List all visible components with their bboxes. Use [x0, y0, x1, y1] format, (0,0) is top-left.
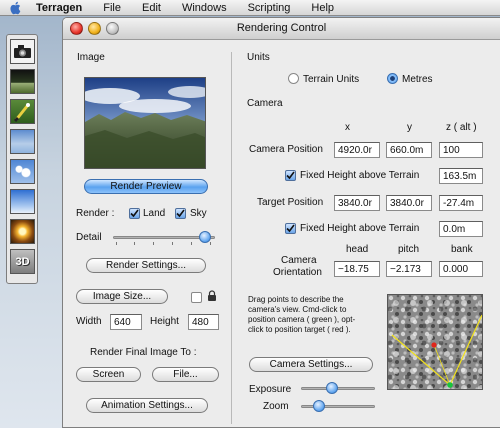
terrain-units-radio[interactable] [288, 73, 299, 84]
atmosphere-tool-icon[interactable] [10, 189, 35, 214]
detail-tick [191, 242, 192, 245]
rendering-control-window: Rendering Control Image Render Preview R… [62, 17, 500, 428]
title-bar[interactable]: Rendering Control [63, 18, 500, 40]
height-label: Height [150, 316, 179, 327]
target-z-input[interactable] [439, 195, 483, 211]
render-to-screen-button[interactable]: Screen [76, 367, 141, 382]
detail-tick [116, 242, 117, 245]
detail-label: Detail [76, 232, 102, 243]
sky-checkbox[interactable] [175, 208, 186, 219]
head-input[interactable] [334, 261, 380, 277]
target-y-input[interactable] [386, 195, 432, 211]
image-size-button[interactable]: Image Size... [76, 289, 168, 304]
tool-palette: 3D [6, 34, 38, 284]
target-fixed-height-input[interactable] [439, 221, 483, 237]
animation-settings-button[interactable]: Animation Settings... [86, 398, 208, 413]
target-marker[interactable] [431, 342, 437, 348]
target-fixed-height-checkbox[interactable] [285, 223, 296, 234]
units-section-header: Units [247, 52, 270, 63]
camera-x-input[interactable] [334, 142, 380, 158]
render-final-label: Render Final Image To : [90, 347, 197, 358]
paint-tool-icon[interactable] [10, 99, 35, 124]
bank-input[interactable] [439, 261, 483, 277]
column-x-label: x [345, 122, 350, 133]
zoom-slider-knob[interactable] [313, 400, 326, 412]
camera-settings-button[interactable]: Camera Settings... [249, 357, 373, 372]
camera-y-input[interactable] [386, 142, 432, 158]
metres-radio[interactable] [387, 73, 398, 84]
menu-edit[interactable]: Edit [142, 2, 161, 14]
land-label: Land [143, 208, 166, 219]
camera-z-input[interactable] [439, 142, 483, 158]
camera-fixed-height-input[interactable] [439, 168, 483, 184]
camera-help-line2: camera's view. Cmd-click to [248, 305, 347, 314]
column-head-label: head [346, 244, 369, 255]
3d-preview-tool-icon[interactable]: 3D [10, 249, 35, 274]
height-input[interactable] [188, 314, 219, 330]
menu-app-terragen[interactable]: Terragen [36, 2, 82, 14]
exposure-slider-track[interactable] [301, 387, 375, 390]
camera-orientation-label-line1: Camera [281, 255, 317, 266]
3d-label: 3D [15, 255, 30, 268]
render-preview-button[interactable]: Render Preview [84, 179, 208, 194]
target-position-label: Target Position [257, 197, 324, 208]
metres-label: Metres [402, 74, 433, 85]
render-to-file-button[interactable]: File... [152, 367, 219, 382]
detail-tick [134, 242, 135, 245]
width-label: Width [76, 316, 102, 327]
camera-marker[interactable] [447, 382, 453, 388]
landscape-tool-icon[interactable] [10, 69, 35, 94]
terrain-units-label: Terrain Units [303, 74, 360, 85]
camera-tool-icon[interactable] [10, 39, 35, 64]
sun-tool-icon[interactable] [10, 219, 35, 244]
sky-label: Sky [190, 208, 207, 219]
panel-divider [231, 52, 232, 424]
zoom-slider-track[interactable] [301, 405, 375, 408]
apple-icon[interactable] [8, 1, 22, 15]
aspect-lock-checkbox[interactable] [191, 292, 202, 303]
width-input[interactable] [110, 314, 142, 330]
column-bank-label: bank [451, 244, 473, 255]
camera-orientation-label-line2: Orientation [273, 267, 322, 278]
camera-help-line1: Drag points to describe the [248, 295, 344, 304]
exposure-label: Exposure [249, 384, 292, 395]
land-checkbox[interactable] [129, 208, 140, 219]
sky-tool-icon[interactable] [10, 129, 35, 154]
exposure-slider-knob[interactable] [325, 382, 338, 394]
target-x-input[interactable] [334, 195, 380, 211]
detail-slider-knob[interactable] [198, 231, 211, 243]
detail-tick [153, 242, 154, 245]
column-pitch-label: pitch [398, 244, 420, 255]
menu-scripting[interactable]: Scripting [248, 2, 291, 14]
camera-help-line4: click to position target ( red ). [248, 325, 351, 334]
camera-fixed-height-checkbox[interactable] [285, 170, 296, 181]
menu-bar: Terragen File Edit Windows Scripting Hel… [0, 0, 500, 16]
camera-position-map[interactable] [387, 294, 483, 390]
clouds-tool-icon[interactable] [10, 159, 35, 184]
zoom-label: Zoom [263, 401, 289, 412]
window-title: Rendering Control [236, 22, 327, 34]
detail-tick [172, 242, 173, 245]
camera-fixed-height-label: Fixed Height above Terrain [300, 170, 420, 181]
lock-icon [207, 290, 217, 305]
camera-section-header: Camera [247, 98, 283, 109]
pitch-input[interactable] [386, 261, 432, 277]
render-preview-image [84, 77, 206, 169]
target-fixed-height-label: Fixed Height above Terrain [300, 223, 420, 234]
menu-file[interactable]: File [103, 2, 121, 14]
menu-help[interactable]: Help [311, 2, 334, 14]
column-z-label: z ( alt ) [446, 122, 477, 133]
menu-windows[interactable]: Windows [182, 2, 227, 14]
camera-help-line3: position camera ( green ), opt- [248, 315, 356, 324]
render-settings-button[interactable]: Render Settings... [86, 258, 206, 273]
column-y-label: y [407, 122, 412, 133]
detail-tick [210, 242, 211, 245]
image-section-header: Image [77, 52, 105, 63]
render-label: Render : [76, 208, 115, 219]
camera-position-label: Camera Position [249, 144, 323, 155]
